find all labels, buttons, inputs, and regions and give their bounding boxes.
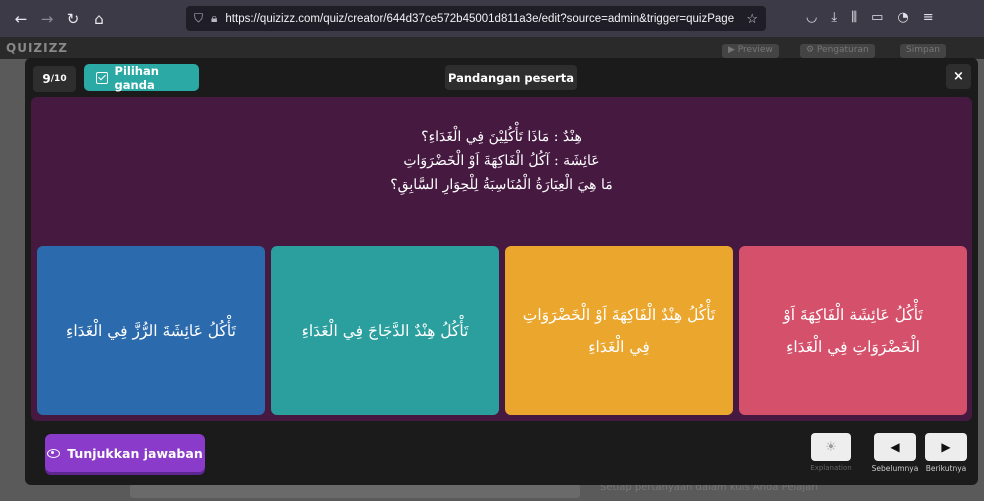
account-icon[interactable]: ◔ — [897, 10, 908, 25]
download-icon[interactable]: ⤓ — [831, 10, 837, 25]
next-button[interactable]: ▶ — [925, 433, 967, 461]
answer-option[interactable]: تَأْكُلُ عَائِشَة الْفَاكِهَةَ اَوْ الْخ… — [739, 246, 967, 415]
question-counter: 9/10 — [33, 66, 76, 92]
show-answer-button[interactable]: Tunjukkan jawaban — [45, 434, 205, 472]
save-button-bg: Simpan — [900, 44, 946, 58]
sidebar-icon[interactable]: ▭ — [871, 10, 883, 25]
chevron-left-icon: ◀ — [890, 440, 900, 454]
pocket-icon[interactable]: ◡ — [806, 10, 817, 25]
preview-button-bg: ▶ Preview — [722, 44, 779, 58]
chevron-right-icon: ▶ — [941, 440, 951, 454]
settings-button-bg: ⚙ Pengaturan — [800, 44, 875, 58]
explanation-label: Explanation — [810, 464, 852, 472]
counter-total: /10 — [50, 74, 67, 84]
lightbulb-icon: ☀︎ — [825, 439, 837, 455]
previous-button[interactable]: ◀ — [874, 433, 916, 461]
show-answer-label: Tunjukkan jawaban — [67, 445, 203, 461]
question-line: هِنْدٌ : مَاذَا تَأْكُلِيْنَ فِي الْغَدَ… — [421, 129, 582, 145]
question-line: مَا هِيَ الْعِبَارَةُ الْمُنَاسِبَةُ لِل… — [390, 177, 613, 193]
bg-input — [130, 484, 580, 498]
eye-icon — [47, 448, 61, 458]
next-label: Berikutnya — [925, 464, 967, 473]
answer-option[interactable]: تَأْكُلُ عَائِشَةَ الرُّزَّ فِي الْغَدَا… — [37, 246, 265, 415]
counter-current: 9 — [42, 72, 51, 86]
previous-label: Sebelumnya — [871, 464, 919, 473]
url-text: https://quizizz.com/quiz/creator/644d37c… — [225, 12, 735, 25]
library-icon[interactable]: ⫼ — [851, 10, 857, 25]
explanation-button[interactable]: ☀︎ — [811, 433, 851, 461]
checkbox-icon — [96, 71, 108, 84]
home-icon[interactable]: ⌂ — [86, 10, 112, 28]
close-button[interactable]: × — [946, 64, 971, 89]
question-type-label: Pilihan ganda — [114, 63, 159, 92]
participant-view-button[interactable]: Pandangan peserta — [445, 65, 577, 90]
app-logo: QUIZIZZ — [6, 41, 68, 55]
address-bar[interactable]: ⛉ 🔒︎ https://quizizz.com/quiz/creator/64… — [186, 6, 766, 31]
lock-icon: 🔒︎ — [211, 11, 218, 25]
question-line: عَائِشَة : آكُلُ الْفَاكِهَةَ اَوْ الْخَ… — [403, 153, 600, 169]
question-type-button[interactable]: Pilihan ganda — [84, 63, 199, 92]
answer-option[interactable]: تَأْكُلُ هِنْدٌ الْفَاكِهَةَ اَوْ الْخَض… — [505, 246, 733, 415]
browser-actions: ◡ ⤓ ⫼ ▭ ◔ ≡ — [806, 10, 934, 25]
question-text: هِنْدٌ : مَاذَا تَأْكُلِيْنَ فِي الْغَدَ… — [31, 125, 972, 197]
forward-arrow-icon[interactable]: → — [34, 10, 60, 28]
star-icon[interactable]: ☆ — [746, 11, 758, 27]
shield-icon: ⛉ — [194, 11, 204, 25]
menu-icon[interactable]: ≡ — [923, 10, 934, 25]
reload-icon[interactable]: ↻ — [60, 10, 86, 28]
answer-option[interactable]: تَأْكُلُ هِنْدٌ الدَّجَاجَ فِي الْغَدَاء… — [271, 246, 499, 415]
back-arrow-icon[interactable]: ← — [8, 10, 34, 28]
